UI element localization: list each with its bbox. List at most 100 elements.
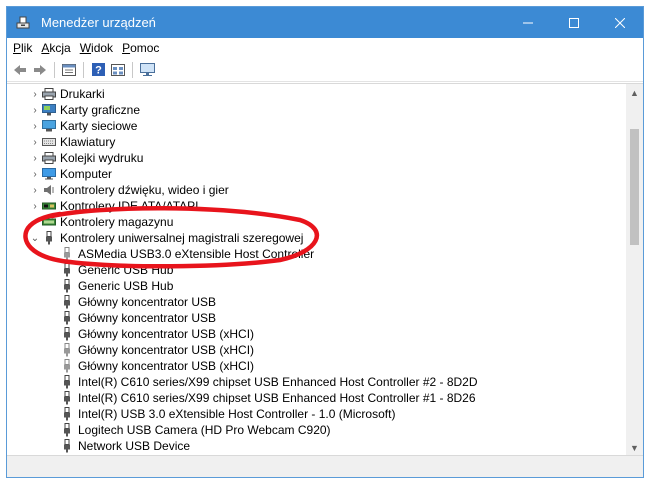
tree-device-item[interactable]: Główny koncentrator USB (xHCI) — [59, 358, 254, 374]
tree-category-label: Karty sieciowe — [60, 119, 138, 133]
usb-device-icon — [59, 422, 75, 438]
scan-hardware-button[interactable] — [137, 60, 157, 80]
back-icon — [14, 64, 26, 75]
usb-device-icon — [59, 246, 75, 262]
menu-help-rest: omoc — [130, 41, 160, 55]
tree-device-item[interactable]: Generic USB Hub — [59, 262, 173, 278]
vertical-scrollbar[interactable]: ▲ ▼ — [626, 84, 643, 455]
print-queue-icon — [41, 150, 57, 166]
properties-icon — [62, 63, 76, 76]
tree-device-item[interactable]: Network USB Device — [59, 438, 190, 454]
usb-device-icon — [59, 358, 75, 374]
tree-device-label: Główny koncentrator USB (xHCI) — [78, 327, 255, 341]
scroll-up-icon[interactable]: ▲ — [626, 84, 643, 101]
window-title: Menedżer urządzeń — [41, 15, 156, 30]
usb-device-icon — [59, 390, 75, 406]
tree-device-item[interactable]: Logitech USB Camera (HD Pro Webcam C920) — [59, 422, 331, 438]
minimize-button[interactable] — [505, 7, 551, 38]
expand-chevron-icon[interactable]: › — [29, 198, 41, 214]
menu-file-accel: P — [13, 41, 22, 55]
expand-chevron-icon[interactable]: › — [29, 182, 41, 198]
help-icon: ? — [91, 63, 105, 77]
tree-device-label: Network USB Device — [78, 439, 191, 453]
maximize-button[interactable] — [551, 7, 597, 38]
tree-device-item[interactable]: ASMedia USB3.0 eXtensible Host Controlle… — [59, 246, 314, 262]
usb-device-icon — [59, 310, 75, 326]
tree-device-label: Generic USB Hub — [78, 279, 174, 293]
tree-category-sound-video[interactable]: › Kontrolery dźwięku, wideo i gier — [29, 182, 229, 198]
menu-help[interactable]: Pomoc — [122, 41, 159, 55]
menu-action-rest: kcja — [49, 41, 71, 55]
usb-device-icon — [59, 278, 75, 294]
view-button[interactable] — [108, 60, 128, 80]
tree-device-item[interactable]: Główny koncentrator USB (xHCI) — [59, 342, 254, 358]
expand-chevron-icon[interactable]: › — [29, 86, 41, 102]
tree-category-print-queues[interactable]: › Kolejki wydruku — [29, 150, 143, 166]
expand-chevron-icon[interactable]: › — [29, 150, 41, 166]
monitor-icon — [139, 63, 155, 76]
tree-category-label: Kontrolery dźwięku, wideo i gier — [60, 183, 229, 197]
back-button[interactable] — [10, 60, 30, 80]
tree-category-label: Karty graficzne — [60, 103, 141, 117]
menu-view[interactable]: Widok — [80, 41, 113, 55]
tree-category-storage-controllers[interactable]: › Kontrolery magazynu — [29, 214, 173, 230]
expand-chevron-icon[interactable]: › — [29, 166, 41, 182]
tree-category-label: Klawiatury — [60, 135, 116, 149]
tree-device-item[interactable]: Główny koncentrator USB — [59, 294, 216, 310]
menu-bar: Plik Akcja Widok Pomoc — [7, 38, 643, 58]
tree-category-label: Kontrolery uniwersalnej magistrali szere… — [60, 231, 304, 245]
expand-chevron-icon[interactable]: › — [29, 118, 41, 134]
tree-device-label: ASMedia USB3.0 eXtensible Host Controlle… — [78, 247, 315, 261]
forward-button[interactable] — [30, 60, 50, 80]
tree-category-computer[interactable]: › Komputer — [29, 166, 112, 182]
menu-action[interactable]: Akcja — [41, 41, 70, 55]
scroll-down-icon[interactable]: ▼ — [626, 439, 643, 455]
tree-category-printers[interactable]: › Drukarki — [29, 86, 104, 102]
tree-device-item[interactable]: Główny koncentrator USB — [59, 310, 216, 326]
properties-button[interactable] — [59, 60, 79, 80]
usb-device-icon — [59, 294, 75, 310]
tree-category-ide-controllers[interactable]: › Kontrolery IDE ATA/ATAPI — [29, 198, 199, 214]
tree-device-item[interactable]: Intel(R) USB 3.0 eXtensible Host Control… — [59, 406, 395, 422]
usb-device-icon — [59, 438, 75, 454]
menu-file-rest: lik — [21, 41, 33, 55]
tree-device-label: Generic USB Hub — [78, 263, 174, 277]
storage-controller-icon — [41, 214, 57, 230]
expand-chevron-icon[interactable]: › — [29, 102, 41, 118]
tree-device-label: Główny koncentrator USB (xHCI) — [78, 343, 255, 357]
tree-category-display-adapters[interactable]: › Karty graficzne — [29, 102, 140, 118]
tree-category-usb-controllers[interactable]: ⌄ Kontrolery uniwersalnej magistrali sze… — [29, 230, 303, 246]
collapse-chevron-icon[interactable]: ⌄ — [29, 230, 41, 246]
tree-device-label: Intel(R) C610 series/X99 chipset USB Enh… — [78, 391, 476, 405]
scrollbar-thumb[interactable] — [630, 129, 639, 245]
menu-help-accel: P — [122, 41, 131, 55]
svg-text:?: ? — [95, 65, 102, 77]
tree-category-label: Komputer — [60, 167, 113, 181]
tree-device-label: Intel(R) USB 3.0 eXtensible Host Control… — [78, 407, 396, 421]
menu-view-accel: W — [79, 41, 92, 55]
view-icon — [111, 63, 125, 76]
expand-chevron-icon[interactable]: › — [29, 214, 41, 230]
toolbar: ? — [7, 58, 643, 82]
tree-category-keyboards[interactable]: › Klawiatury — [29, 134, 115, 150]
tree-device-item[interactable]: Główny koncentrator USB (xHCI) — [59, 326, 254, 342]
title-bar[interactable]: Menedżer urządzeń — [7, 7, 643, 38]
usb-icon — [41, 230, 57, 246]
tree-category-label: Kontrolery IDE ATA/ATAPI — [60, 199, 199, 213]
computer-icon — [41, 166, 57, 182]
menu-file[interactable]: Plik — [13, 41, 32, 55]
tree-device-label: Główny koncentrator USB (xHCI) — [78, 359, 255, 373]
tree-category-label: Kolejki wydruku — [60, 151, 144, 165]
close-button[interactable] — [597, 7, 643, 38]
printer-icon — [41, 86, 57, 102]
expand-chevron-icon[interactable]: › — [29, 134, 41, 150]
ide-controller-icon — [41, 198, 57, 214]
tree-device-item[interactable]: Intel(R) C610 series/X99 chipset USB Enh… — [59, 374, 478, 390]
display-adapter-icon — [41, 102, 57, 118]
toolbar-separator — [83, 61, 84, 78]
help-button[interactable]: ? — [88, 60, 108, 80]
tree-device-item[interactable]: Intel(R) C610 series/X99 chipset USB Enh… — [59, 390, 476, 406]
tree-device-item[interactable]: Generic USB Hub — [59, 278, 173, 294]
tree-category-network-adapters[interactable]: › Karty sieciowe — [29, 118, 137, 134]
usb-device-icon — [59, 406, 75, 422]
